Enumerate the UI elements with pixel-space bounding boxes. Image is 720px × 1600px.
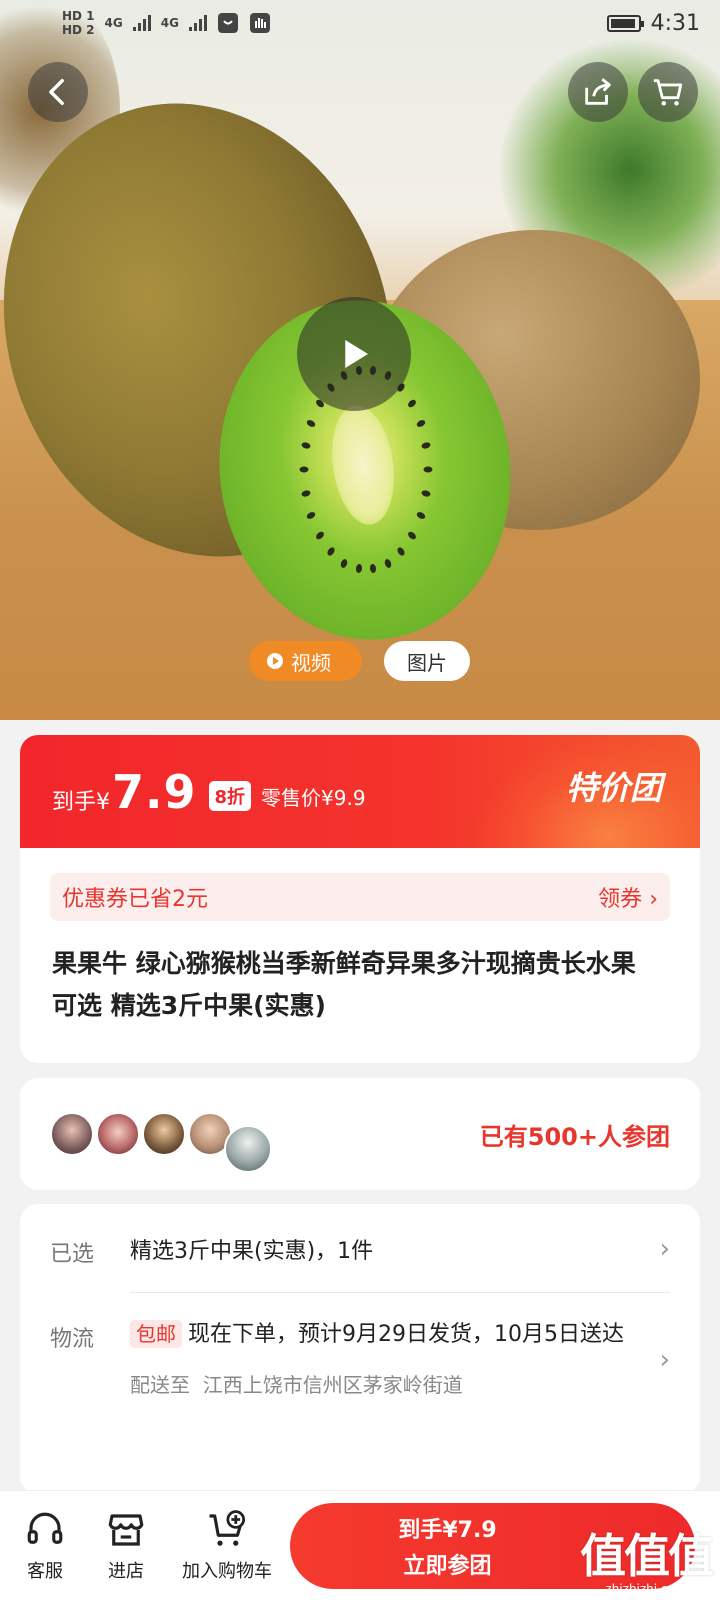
- watermark: 值值值 zhizhizhi.com: [580, 1520, 714, 1596]
- product-title: 果果牛 绿心猕猴桃当季新鲜奇异果多汁现摘贵长水果 可选 精选3斤中果(实惠): [52, 949, 636, 1020]
- logistics-label: 物流: [50, 1327, 95, 1352]
- retail-price: 零售价¥9.9: [261, 786, 366, 810]
- bottom-action-bar: 客服 进店 加入购物车 到手¥7.9 立即参团 值值值 zhizhizhi.co…: [0, 1490, 720, 1600]
- shopping-cart-icon: [653, 79, 683, 106]
- avatar: [50, 1112, 94, 1156]
- coupon-action: 领券 ›: [598, 881, 658, 913]
- selected-label: 已选: [50, 1242, 95, 1267]
- network1-label: 4G: [104, 16, 123, 30]
- customer-service-button[interactable]: 客服: [10, 1509, 80, 1583]
- network2-label: 4G: [160, 16, 179, 30]
- watermark-logo: 值值值: [580, 1529, 714, 1583]
- hand-icon: [249, 13, 270, 33]
- tab-photo[interactable]: 图片: [384, 641, 470, 681]
- tab-photo-label: 图片: [407, 650, 447, 675]
- share-icon: [585, 78, 611, 105]
- add-cart-label: 加入购物车: [182, 1560, 272, 1582]
- ship-to: 配送至 江西上饶市信州区茅家岭街道: [130, 1367, 630, 1403]
- buy-price: 到手¥7.9: [398, 1518, 497, 1543]
- group-buy-card[interactable]: 已有500+人参团: [20, 1078, 700, 1190]
- status-right: 4:31: [606, 10, 700, 36]
- price-value: 7.9: [112, 764, 197, 819]
- status-left: HD 1 HD 2 4G 4G: [62, 9, 271, 37]
- kiwi-seed: [299, 466, 309, 473]
- product-info-card: 到手¥ 7.9 8折 零售价¥9.9 特价团 优惠券已省2元 领券 › 果果牛 …: [20, 735, 700, 1063]
- store-button[interactable]: 进店: [80, 1509, 172, 1583]
- chevron-left-icon: [49, 78, 64, 106]
- special-group-badge: 特价团: [565, 769, 662, 807]
- buy-label: 立即参团: [403, 1554, 492, 1579]
- chevron-right-icon: ›: [659, 1345, 670, 1375]
- price-banner: 到手¥ 7.9 8折 零售价¥9.9 特价团: [20, 735, 700, 848]
- play-icon: [345, 340, 368, 368]
- coupon-text: 优惠券已省2元: [62, 887, 208, 912]
- signal1-icon: [132, 15, 151, 31]
- service-label: 客服: [27, 1560, 63, 1582]
- price-prefix: 到手¥: [52, 789, 110, 815]
- back-button[interactable]: [28, 62, 88, 122]
- store-label: 进店: [108, 1560, 144, 1582]
- clock: 4:31: [650, 10, 700, 36]
- coupon-action-label: 领券: [598, 887, 643, 912]
- tab-video-label: 视频: [291, 650, 331, 675]
- discount-badge: 8折: [208, 780, 252, 811]
- sim2-label: HD 2: [62, 23, 95, 37]
- avatar: [142, 1112, 186, 1156]
- tab-video[interactable]: 视频: [249, 641, 362, 681]
- status-bar: HD 1 HD 2 4G 4G 4:31: [0, 0, 720, 46]
- store-icon: [108, 1513, 144, 1546]
- shopping-bag-icon: [217, 13, 238, 33]
- add-to-cart-button[interactable]: 加入购物车: [172, 1509, 282, 1583]
- chevron-right-icon: ›: [649, 887, 658, 912]
- battery-icon: [606, 14, 644, 32]
- logistics-value: 现在下单，预计9月29日发货，10月5日送达: [188, 1322, 624, 1347]
- group-count: 已有500+人参团: [479, 1122, 670, 1151]
- headset-icon: [27, 1512, 63, 1544]
- chevron-right-icon: ›: [659, 1234, 670, 1264]
- sim-indicators: HD 1 HD 2: [62, 9, 95, 37]
- signal2-icon: [188, 15, 207, 31]
- play-video-button[interactable]: [297, 297, 411, 411]
- ship-to-value: 江西上饶市信州区茅家岭街道: [202, 1373, 463, 1397]
- sim1-label: HD 1: [62, 9, 95, 23]
- selected-spec-row[interactable]: 已选 精选3斤中果(实惠)，1件 ›: [50, 1232, 670, 1272]
- divider: [130, 1292, 670, 1293]
- avatar: [96, 1112, 140, 1156]
- cart-button[interactable]: [638, 62, 698, 122]
- logistics-content: 包邮 现在下单，预计9月29日发货，10月5日送达 配送至 江西上饶市信州区茅家岭…: [130, 1317, 670, 1403]
- share-button[interactable]: [568, 62, 628, 122]
- participant-avatars: [50, 1095, 274, 1173]
- kiwi-seed: [423, 466, 433, 473]
- logistics-row[interactable]: 物流 包邮 现在下单，预计9月29日发货，10月5日送达 配送至 江西上饶市信州区…: [50, 1317, 670, 1403]
- selected-value: 精选3斤中果(实惠)，1件: [130, 1239, 374, 1264]
- ship-to-label: 配送至: [130, 1373, 190, 1397]
- free-shipping-badge: 包邮: [130, 1320, 182, 1348]
- avatar: [224, 1125, 272, 1173]
- coupon-bar[interactable]: 优惠券已省2元 领券 ›: [50, 873, 670, 921]
- video-play-icon: [267, 653, 283, 669]
- order-info-card: 已选 精选3斤中果(实惠)，1件 › 物流 包邮 现在下单，预计9月29日发货，1…: [20, 1204, 700, 1494]
- cart-add-icon: [209, 1509, 246, 1546]
- media-tabs: 视频 图片: [249, 641, 470, 681]
